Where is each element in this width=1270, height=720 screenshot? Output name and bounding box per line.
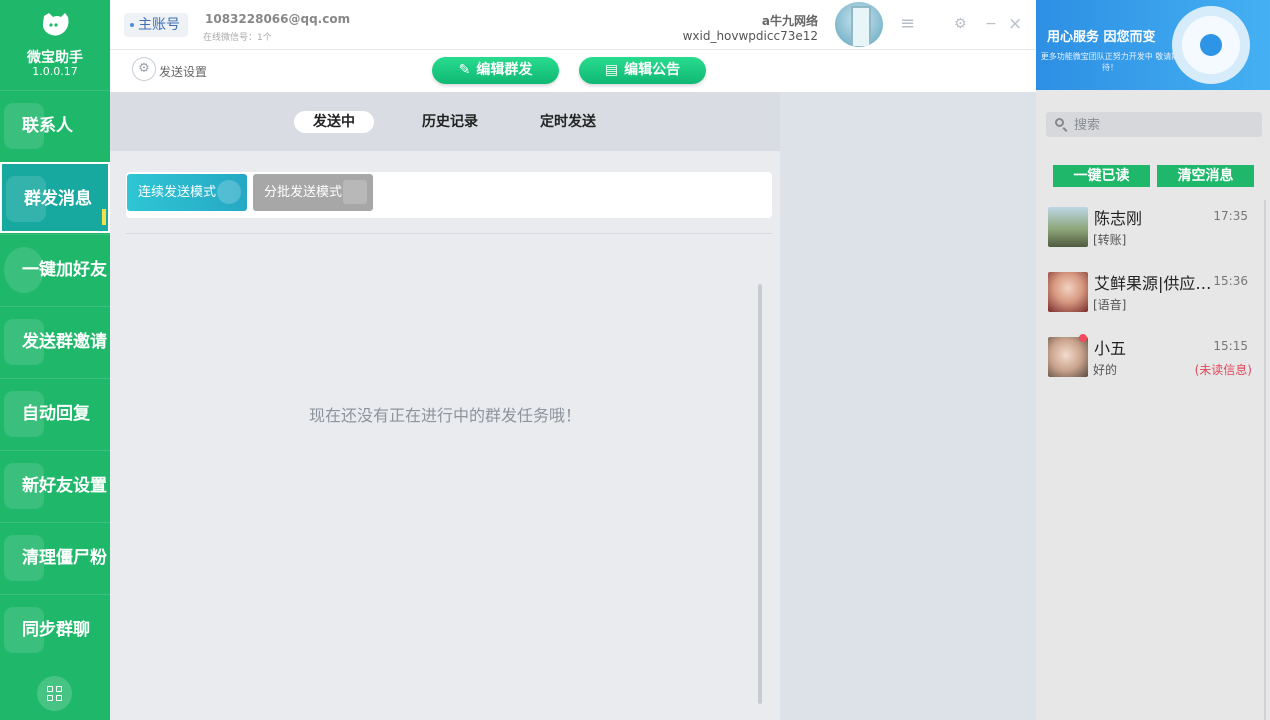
logo-icon [42,13,69,36]
promo-banner[interactable]: 用心服务 因您而变 更多功能微宝团队正努力开发中 敬请期待！ [1036,0,1270,90]
pencil-icon: ✎ [458,62,471,78]
sidebar-item-label: 同步群聊 [22,620,90,640]
account-email: 1083228066@qq.com [205,12,351,26]
tab-bar: 发送中 历史记录 定时发送 [110,92,780,151]
search-icon [1055,118,1064,127]
avatar [1048,272,1088,312]
minimize-icon[interactable]: − [985,16,997,32]
notice-icon: ▤ [604,62,619,78]
edit-mass-button[interactable]: ✎ 编辑群发 [432,57,559,84]
sidebar-item-label: 发送群邀请 [22,332,107,352]
apps-grid-button[interactable] [37,676,72,711]
gear-icon [1172,6,1250,84]
batch-icon [343,180,367,204]
sidebar-item-sync-groups[interactable]: 同步群聊 [0,594,110,665]
chat-preview: [转账] [1093,233,1127,247]
empty-state-message: 现在还没有正在进行中的群发任务哦！ [308,406,581,425]
sidebar-item-mass-message[interactable]: 群发消息 [0,162,110,233]
main-account-tab[interactable]: 主账号 [124,13,188,37]
chat-item[interactable]: 艾鲜果源|供应链… 15:36 [语音] [1036,266,1264,331]
sidebar-item-clean-zombie[interactable]: 清理僵尸粉 [0,522,110,593]
close-icon[interactable]: × [1008,14,1022,34]
sidebar-item-add-friends[interactable]: 一键加好友 [0,234,110,305]
avatar [1048,337,1088,377]
app-name: 微宝助手 [27,50,83,66]
sidebar-item-label: 一键加好友 [22,260,107,280]
online-count: 在线微信号：1个 [203,33,272,43]
batch-mode-label: 分批发送模式 [264,185,343,200]
chat-name: 陈志刚 [1094,209,1143,228]
tab-sending[interactable]: 发送中 [294,111,374,133]
chat-item[interactable]: 陈志刚 17:35 [转账] [1036,201,1264,266]
mark-all-read-button[interactable]: 一键已读 [1053,165,1150,187]
account-nickname: a牛九网络 [761,14,818,28]
edit-mass-label: 编辑群发 [476,62,533,78]
chat-name: 艾鲜果源|供应链… [1094,274,1212,293]
divider [126,233,772,234]
unread-badge [1079,334,1087,342]
brand: 微宝助手 1.0.0.17 [0,0,110,90]
main-panel: 发送中 历史记录 定时发送 连续发送模式 分批发送模式 现在还没有正在进行中的群… [110,92,780,720]
account-wxid: wxid_hovwpdicc73e12 [682,29,818,43]
sidebar-item-label: 群发消息 [24,189,92,209]
sidebar-item-label: 联系人 [22,116,73,136]
sidebar-item-contacts[interactable]: 联系人 [0,90,110,161]
promo-title: 用心服务 因您而变 [1047,30,1156,45]
sidebar-item-label: 清理僵尸粉 [22,548,107,568]
gear-icon[interactable]: ⚙ [132,57,156,81]
chat-panel: 一键已读 清空消息 陈志刚 17:35 [转账] 艾鲜果源|供应链… 15:36… [1036,90,1270,720]
edit-notice-button[interactable]: ▤ 编辑公告 [579,57,706,84]
dot-icon [130,23,134,27]
active-marker [102,209,106,225]
settings-icon[interactable]: ⚙ [954,16,967,32]
avatar[interactable] [835,2,883,47]
send-settings-link[interactable]: 发送设置 [159,63,207,80]
tab-scheduled[interactable]: 定时发送 [528,111,608,133]
sidebar-item-auto-reply[interactable]: 自动回复 [0,378,110,449]
sub-toolbar: ⚙ 发送设置 ✎ 编辑群发 ▤ 编辑公告 [110,50,1036,92]
avatar [1048,207,1088,247]
sidebar-item-new-friend-settings[interactable]: 新好友设置 [0,450,110,521]
continuous-mode-label: 连续发送模式 [138,185,217,200]
chat-time: 15:36 [1213,274,1248,288]
promo-subtitle: 更多功能微宝团队正努力开发中 敬请期待！ [1040,52,1180,72]
main-account-label: 主账号 [138,17,180,33]
edit-notice-label: 编辑公告 [624,62,681,78]
batch-mode-button[interactable]: 分批发送模式 [253,174,373,211]
scrollbar[interactable] [1264,200,1266,720]
top-bar: 主账号 1083228066@qq.com 在线微信号：1个 a牛九网络 wxi… [110,0,1036,50]
sidebar-item-label: 自动回复 [22,404,90,424]
blank-area [780,92,1036,720]
chat-name: 小五 [1094,339,1127,358]
sidebar-item-group-invite[interactable]: 发送群邀请 [0,306,110,377]
sidebar-item-label: 新好友设置 [22,476,107,496]
tab-history[interactable]: 历史记录 [410,111,490,133]
mode-selector: 连续发送模式 分批发送模式 [126,172,772,218]
chat-time: 15:15 [1213,339,1248,353]
search-input[interactable] [1074,112,1254,137]
menu-icon[interactable]: ≡ [900,13,915,34]
chat-item[interactable]: 小五 15:15 好的 (未读信息) [1036,331,1264,396]
chat-preview: [语音] [1093,298,1127,312]
search-box[interactable] [1046,112,1262,137]
grid-icon [47,686,53,692]
app-version: 1.0.0.17 [32,65,78,78]
sidebar: 微宝助手 1.0.0.17 联系人 群发消息 一键加好友 发送群邀请 自动回复 … [0,0,110,720]
unread-status: (未读信息) [1194,363,1252,377]
chat-preview: 好的 [1093,363,1118,377]
scrollbar[interactable] [758,284,762,704]
app-window: 微宝助手 1.0.0.17 联系人 群发消息 一键加好友 发送群邀请 自动回复 … [0,0,1270,720]
chat-time: 17:35 [1213,209,1248,223]
users-icon [217,180,241,204]
continuous-mode-button[interactable]: 连续发送模式 [127,174,247,211]
clear-messages-button[interactable]: 清空消息 [1157,165,1254,187]
